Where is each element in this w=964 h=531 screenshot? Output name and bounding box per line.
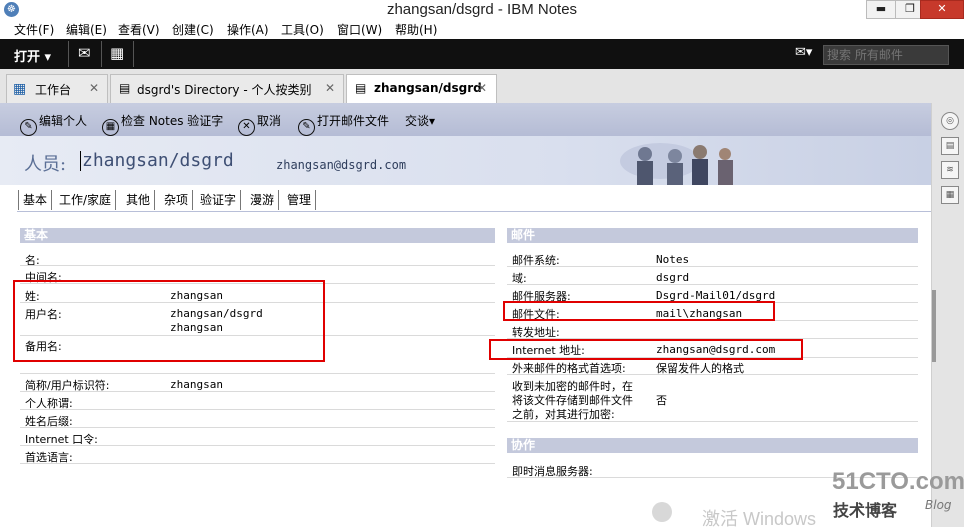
section-header-collaboration: 协作 bbox=[507, 438, 918, 453]
close-tab-icon[interactable]: ✕ bbox=[89, 81, 99, 95]
tab-label: zhangsan/dsgrd bbox=[374, 81, 482, 95]
form-tab-certificates[interactable]: 验证字 bbox=[196, 190, 242, 210]
field-value-encrypt: 否 bbox=[656, 394, 667, 407]
tab-label: 工作台 bbox=[35, 83, 72, 97]
calendar-icon[interactable]: ▦ bbox=[110, 44, 124, 62]
highlight-box-internet-address bbox=[489, 339, 803, 360]
toolbar-divider bbox=[133, 41, 134, 67]
action-label: 编辑个人 bbox=[39, 114, 88, 128]
feeds-icon[interactable]: ≋ bbox=[941, 161, 959, 179]
form-tab-work-home[interactable]: 工作/家庭 bbox=[55, 190, 117, 210]
menu-help[interactable]: 帮助(H) bbox=[395, 21, 437, 38]
open-button[interactable]: 打开 ▾ bbox=[14, 46, 51, 65]
contacts-icon[interactable]: ▤ bbox=[941, 137, 959, 155]
close-window-button[interactable]: ✕ bbox=[920, 0, 964, 19]
search-input[interactable] bbox=[824, 46, 950, 64]
row-divider bbox=[20, 427, 495, 428]
row-divider bbox=[507, 421, 918, 422]
form-tab-admin[interactable]: 管理 bbox=[283, 190, 317, 210]
row-divider bbox=[507, 284, 918, 285]
ibm-notes-app-icon[interactable]: ☸ bbox=[4, 2, 19, 17]
id-check-icon: ▦ bbox=[102, 119, 119, 136]
person-name: zhangsan/dsgrd bbox=[82, 150, 234, 171]
form-tab-other[interactable]: 其他 bbox=[122, 190, 156, 210]
cancel-x-icon: ✕ bbox=[238, 119, 255, 136]
row-divider bbox=[20, 265, 495, 266]
dark-toolbar bbox=[0, 39, 964, 69]
chat-dropdown-button[interactable]: 交谈▾ bbox=[405, 112, 435, 129]
row-divider bbox=[507, 374, 918, 375]
highlight-box-mail-file bbox=[503, 301, 775, 321]
windows-activation-watermark: 激活 Windows bbox=[702, 509, 817, 529]
field-value-domain: dsgrd bbox=[656, 271, 690, 284]
mail-icon[interactable]: ✉ bbox=[78, 44, 91, 62]
directory-book-icon: ▤ bbox=[119, 81, 131, 95]
windows-activation-icon bbox=[652, 502, 672, 522]
toolbar-divider bbox=[68, 41, 69, 67]
form-tab-roaming[interactable]: 漫游 bbox=[246, 190, 280, 210]
row-divider bbox=[20, 445, 495, 446]
text-cursor bbox=[80, 151, 81, 171]
row-divider bbox=[20, 463, 495, 464]
field-value-short-name: zhangsan bbox=[170, 378, 223, 391]
close-tab-icon[interactable]: ✕ bbox=[477, 81, 487, 95]
header-people-graphic bbox=[620, 143, 733, 185]
form-tab-misc[interactable]: 杂项 bbox=[160, 190, 194, 210]
action-label: 检查 Notes 验证字 bbox=[121, 114, 224, 128]
field-value-mail-system: Notes bbox=[656, 253, 690, 266]
menu-view[interactable]: 查看(V) bbox=[118, 21, 160, 38]
day-at-a-glance-icon[interactable]: ▦ bbox=[941, 186, 959, 204]
check-id-button[interactable]: ▦ 检查 Notes 验证字 bbox=[102, 112, 223, 136]
row-divider bbox=[20, 409, 495, 410]
form-tab-basic[interactable]: 基本 bbox=[18, 190, 53, 210]
mail-file-icon: ✎ bbox=[298, 119, 315, 136]
menu-actions[interactable]: 操作(A) bbox=[227, 21, 269, 38]
sidebar-scroll-handle[interactable] bbox=[932, 290, 936, 362]
row-divider bbox=[20, 391, 495, 392]
toolbar-divider bbox=[101, 41, 102, 67]
search-box[interactable] bbox=[823, 45, 950, 65]
open-mail-file-button[interactable]: ✎ 打开邮件文件 bbox=[298, 112, 389, 136]
menu-window[interactable]: 窗口(W) bbox=[337, 21, 382, 38]
workspace-grid-icon: ▦ bbox=[13, 81, 27, 97]
action-label: 取消 bbox=[257, 114, 282, 128]
cancel-button[interactable]: ✕ 取消 bbox=[238, 112, 281, 136]
tab-directory[interactable]: ▤ dsgrd's Directory - 个人按类别 ✕ bbox=[110, 74, 344, 103]
document-icon: ▤ bbox=[355, 81, 367, 95]
form-tab-underline bbox=[17, 211, 931, 212]
tab-person[interactable]: ▤ zhangsan/dsgrd ✕ bbox=[346, 74, 497, 104]
menu-tools[interactable]: 工具(O) bbox=[281, 21, 324, 38]
person-label: 人员: bbox=[24, 154, 67, 175]
menu-edit[interactable]: 编辑(E) bbox=[66, 21, 107, 38]
tab-workspace[interactable]: ▦ 工作台 ✕ bbox=[6, 74, 108, 103]
close-tab-icon[interactable]: ✕ bbox=[325, 81, 335, 95]
menu-create[interactable]: 创建(C) bbox=[172, 21, 214, 38]
row-divider bbox=[507, 266, 918, 267]
site-logo-watermark: 51CTO.com bbox=[832, 468, 964, 495]
section-header-mail: 邮件 bbox=[507, 228, 918, 243]
field-label-encrypt-line3: 之前，对其进行加密: bbox=[512, 408, 615, 421]
search-scope-mail-icon[interactable]: ✉▾ bbox=[795, 45, 812, 60]
highlight-box-name-fields bbox=[13, 280, 325, 362]
edit-person-button[interactable]: ✎ 编辑个人 bbox=[20, 112, 87, 136]
sametime-icon[interactable]: ◎ bbox=[941, 112, 959, 130]
site-subtitle-watermark: 技术博客 bbox=[833, 501, 898, 520]
person-email: zhangsan@dsgrd.com bbox=[276, 158, 407, 172]
menu-file[interactable]: 文件(F) bbox=[14, 21, 54, 38]
blog-watermark: Blog bbox=[925, 498, 952, 512]
minimize-button[interactable]: ▬ bbox=[866, 0, 896, 19]
title-bar: zhangsan/dsgrd - IBM Notes bbox=[0, 0, 964, 21]
section-header-basic: 基本 bbox=[20, 228, 495, 243]
pencil-icon: ✎ bbox=[20, 119, 37, 136]
row-divider bbox=[20, 373, 495, 374]
window-title: zhangsan/dsgrd - IBM Notes bbox=[386, 1, 578, 18]
action-label: 打开邮件文件 bbox=[317, 114, 390, 128]
tab-label: dsgrd's Directory - 个人按类别 bbox=[137, 83, 312, 97]
